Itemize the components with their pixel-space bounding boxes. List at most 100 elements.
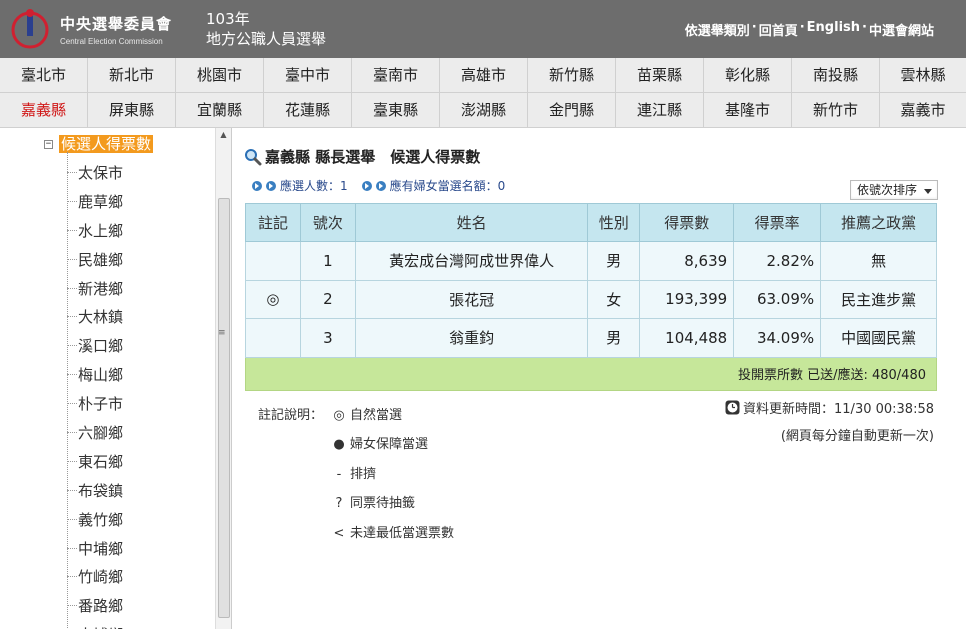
county-link[interactable]: 臺南市 [352,58,440,92]
county-link[interactable]: 嘉義市 [880,93,966,127]
county-link[interactable]: 臺東縣 [352,93,440,127]
cell-party: 民主進步黨 [820,279,937,319]
legend-item: ● 婦女保障當選 [332,433,428,452]
scroll-up-arrow-icon[interactable]: ▲ [216,130,231,142]
district-item[interactable]: 鹿草鄉 [67,187,123,216]
county-link[interactable]: 新北市 [88,58,176,92]
collapse-icon[interactable]: − [44,139,53,149]
legend-item: < 未達最低當選票數 [332,522,454,541]
sidebar-scrollbar[interactable]: ▲ ≡ [215,128,231,629]
county-link[interactable]: 高雄市 [440,58,528,92]
cell-votes: 193,399 [639,279,735,319]
tree-root: − 候選人得票數 [44,135,154,153]
district-item[interactable]: 義竹鄉 [67,505,123,534]
district-item[interactable]: 梅山鄉 [67,360,123,389]
legend-text: 未達最低當選票數 [350,526,455,541]
bullet-arrow-icon [361,180,372,191]
county-link[interactable]: 桃園市 [176,58,264,92]
logo-name-en: Central Election Commission [60,37,163,46]
county-link[interactable]: 臺北市 [0,58,88,92]
update-info: 資料更新時間：11/30 00:38:58 (網頁每分鐘自動更新一次) [725,398,934,444]
district-label: 鹿草鄉 [78,192,124,211]
cell-gender: 女 [587,279,641,319]
cell-mark [245,318,301,358]
county-link[interactable]: 臺中市 [264,58,352,92]
district-item[interactable]: 新港鄉 [67,274,123,303]
top-links: 依選舉類別 · 回首頁 · English · 中選會網站 [685,20,934,39]
cec-logo-icon[interactable] [8,6,52,50]
district-label: 東石鄉 [78,452,124,471]
logo-text[interactable]: 中央選舉委員會 Central Election Commission [60,13,172,46]
district-label: 大林鎮 [78,308,124,327]
district-label: 水上鄉 [78,221,124,240]
county-link[interactable]: 嘉義縣 [0,93,88,127]
main-content: 嘉義縣 縣長選舉 候選人得票數 應選人數：1 應有婦女當選名額：0 依號次排序 … [232,128,966,629]
update-time: 資料更新時間：11/30 00:38:58 [743,402,934,417]
district-item[interactable]: 布袋鎮 [67,476,123,505]
cell-name: 翁重鈞 [354,318,589,358]
county-link[interactable]: 基隆市 [704,93,792,127]
district-item[interactable]: 中埔鄉 [67,534,123,563]
district-item[interactable]: 水上鄉 [67,216,123,245]
clock-icon [725,400,740,415]
county-link[interactable]: 澎湖縣 [440,93,528,127]
scroll-thumb[interactable] [218,198,230,618]
link-home[interactable]: 回首頁 [759,20,798,39]
district-item[interactable]: 太保市 [67,158,123,187]
district-label: 六腳鄉 [78,423,124,442]
district-item[interactable]: 番路鄉 [67,591,123,620]
link-by-election-type[interactable]: 依選舉類別 [685,20,750,39]
county-link[interactable]: 連江縣 [616,93,704,127]
county-link[interactable]: 金門縣 [528,93,616,127]
cell-mark: ◎ [245,279,301,319]
district-item[interactable]: 大林鎮 [67,302,123,331]
legend-text: 同票待抽籤 [350,496,416,511]
cell-rate: 2.82% [733,241,822,281]
sort-dropdown[interactable]: 依號次排序 [850,180,938,200]
cell-votes: 104,488 [639,318,735,358]
sort-selected-value: 依號次排序 [857,183,918,197]
county-link[interactable]: 苗栗縣 [616,58,704,92]
county-link[interactable]: 雲林縣 [880,58,966,92]
county-link[interactable]: 宜蘭縣 [176,93,264,127]
district-label: 布袋鎮 [78,481,124,500]
legend-item: ? 同票待抽籤 [332,492,415,511]
district-item[interactable]: 朴子市 [67,389,123,418]
county-link[interactable]: 新竹縣 [528,58,616,92]
legend-item: - 排擠 [332,463,376,482]
update-time-line: 資料更新時間：11/30 00:38:58 [725,398,934,417]
legend-text: 排擠 [350,467,377,482]
polling-stations-reported: 投開票所數 已送/應送: 480/480 [245,356,937,391]
county-row: 臺北市 新北市 桃園市 臺中市 臺南市 高雄市 新竹縣 苗栗縣 彰化縣 南投縣 雲林縣 [0,58,966,93]
table-footer-row: 投開票所數 已送/應送: 480/480 [245,356,937,391]
legend-symbol: ● [333,437,345,452]
cell-votes: 8,639 [639,241,735,281]
district-item[interactable]: 大埔鄉 [67,620,123,629]
election-summary: 應選人數：1 應有婦女當選名額：0 [252,177,505,194]
legend-title: 註記說明： [258,408,324,423]
link-cec-website[interactable]: 中選會網站 [869,20,934,39]
district-item[interactable]: 竹崎鄉 [67,562,123,591]
district-item[interactable]: 六腳鄉 [67,418,123,447]
county-link[interactable]: 南投縣 [792,58,880,92]
county-link[interactable]: 花蓮縣 [264,93,352,127]
col-header-votes: 得票數 [639,203,735,242]
cell-number: 1 [299,241,356,281]
col-header-rate: 得票率 [733,203,822,242]
county-link[interactable]: 新竹市 [792,93,880,127]
county-row: 嘉義縣 屏東縣 宜蘭縣 花蓮縣 臺東縣 澎湖縣 金門縣 連江縣 基隆市 新竹市 嘉義市 [0,93,966,128]
legend-symbol: ◎ [333,408,345,423]
district-item[interactable]: 東石鄉 [67,447,123,476]
district-label: 朴子市 [78,395,124,414]
tree-root-label[interactable]: 候選人得票數 [59,135,154,153]
legend-symbol: < [333,526,345,541]
legend-text: 婦女保障當選 [350,437,429,452]
district-item[interactable]: 溪口鄉 [67,331,123,360]
link-english[interactable]: English [807,20,860,39]
county-link[interactable]: 屏東縣 [88,93,176,127]
logo-name-zh: 中央選舉委員會 [60,15,173,33]
district-item[interactable]: 民雄鄉 [67,245,123,274]
col-header-gender: 性別 [587,203,641,242]
col-header-mark: 註記 [245,203,301,242]
county-link[interactable]: 彰化縣 [704,58,792,92]
